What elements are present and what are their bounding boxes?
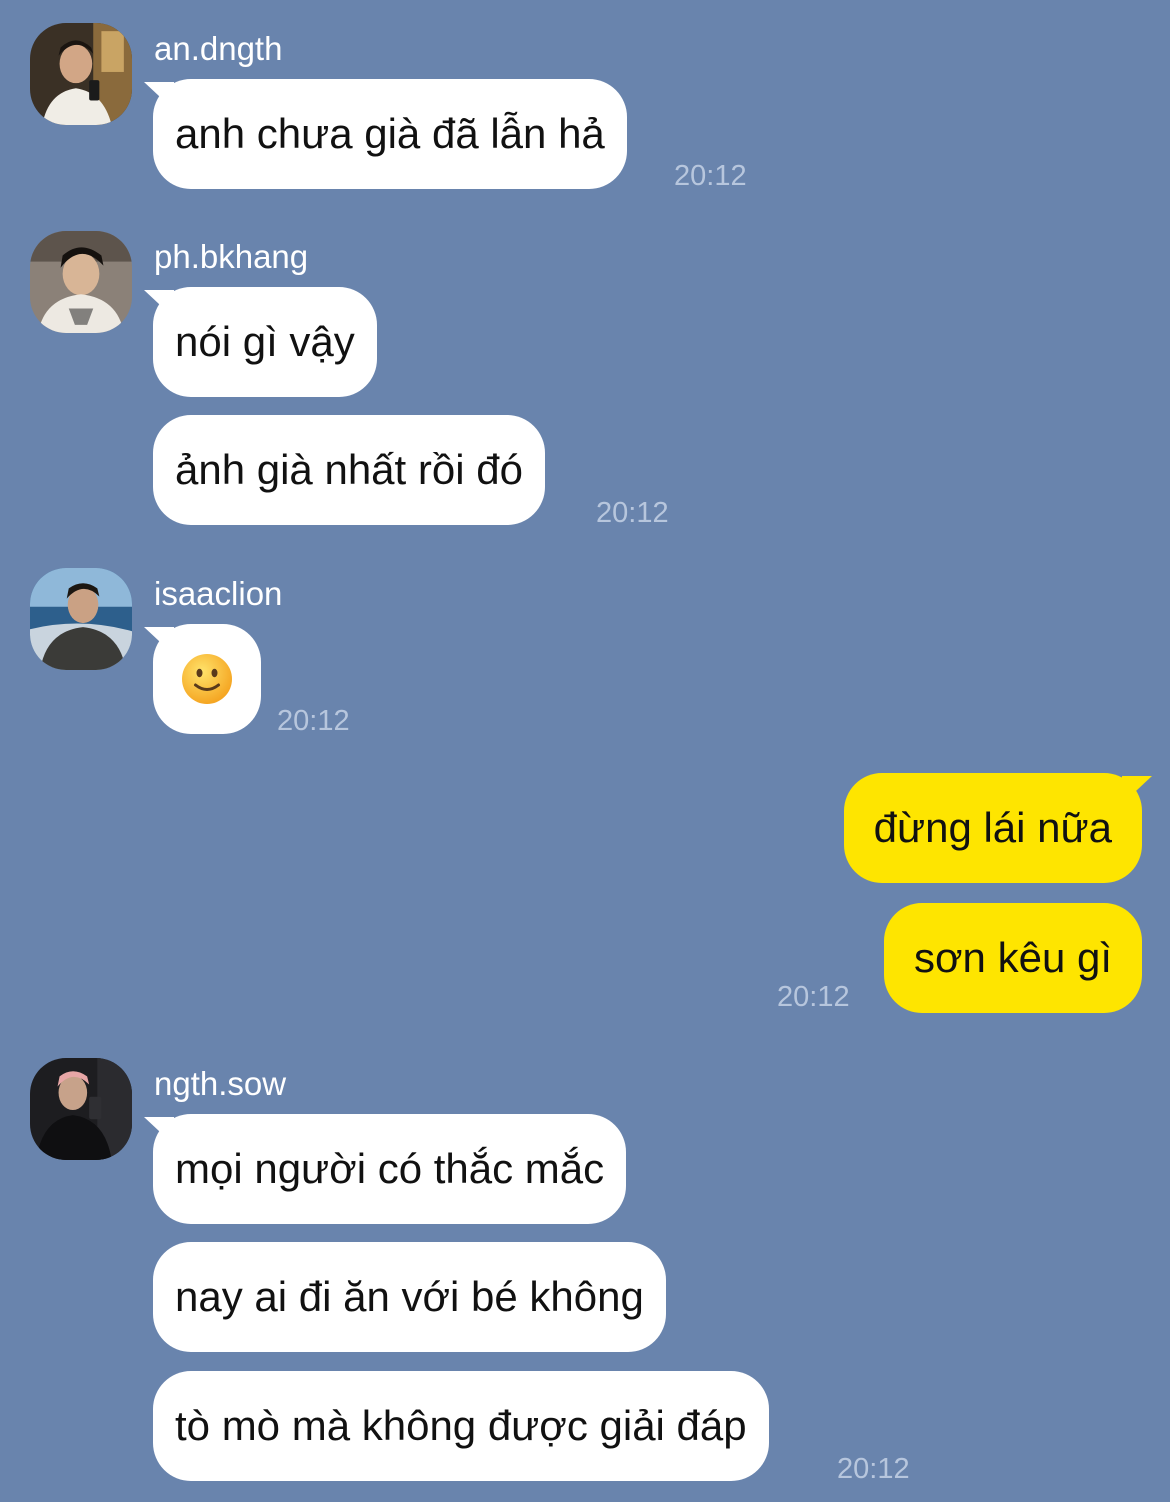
message-bubble[interactable]: sơn kêu gì bbox=[884, 903, 1142, 1013]
message-bubble[interactable] bbox=[153, 624, 261, 734]
message-timestamp: 20:12 bbox=[596, 497, 669, 529]
message-bubble[interactable]: anh chưa già đã lẫn hả bbox=[153, 79, 627, 189]
message-bubble[interactable]: nói gì vậy bbox=[153, 287, 377, 397]
avatar-an-dngth[interactable] bbox=[30, 23, 132, 125]
sender-name: ngth.sow bbox=[154, 1065, 287, 1102]
message-timestamp: 20:12 bbox=[837, 1453, 910, 1485]
sender-name: isaaclion bbox=[154, 575, 283, 612]
message-bubble[interactable]: nay ai đi ăn với bé không bbox=[153, 1242, 666, 1352]
slightly-smiling-face-icon bbox=[182, 653, 232, 704]
message-bubble[interactable]: tò mò mà không được giải đáp bbox=[153, 1371, 769, 1481]
message-timestamp: 20:12 bbox=[277, 705, 350, 737]
avatar-photo bbox=[30, 23, 132, 125]
chat-message-list[interactable]: an.dngth anh chưa già đã lẫn hả 20:12 ph… bbox=[0, 0, 1170, 1502]
message-timestamp: 20:12 bbox=[777, 981, 850, 1013]
message-bubble[interactable]: mọi người có thắc mắc bbox=[153, 1114, 627, 1224]
avatar-photo bbox=[30, 231, 132, 333]
message-bubble[interactable]: đừng lái nữa bbox=[843, 773, 1142, 883]
message-timestamp: 20:12 bbox=[674, 160, 747, 192]
sender-name: an.dngth bbox=[154, 30, 283, 67]
avatar-isaaclion[interactable] bbox=[30, 568, 132, 670]
message-bubble[interactable]: ảnh già nhất rồi đó bbox=[153, 415, 545, 525]
avatar-ngth-sow[interactable] bbox=[30, 1058, 132, 1160]
avatar-photo bbox=[30, 1058, 132, 1160]
avatar-ph-bkhang[interactable] bbox=[30, 231, 132, 333]
sender-name: ph.bkhang bbox=[154, 238, 309, 275]
avatar-photo bbox=[30, 568, 132, 670]
